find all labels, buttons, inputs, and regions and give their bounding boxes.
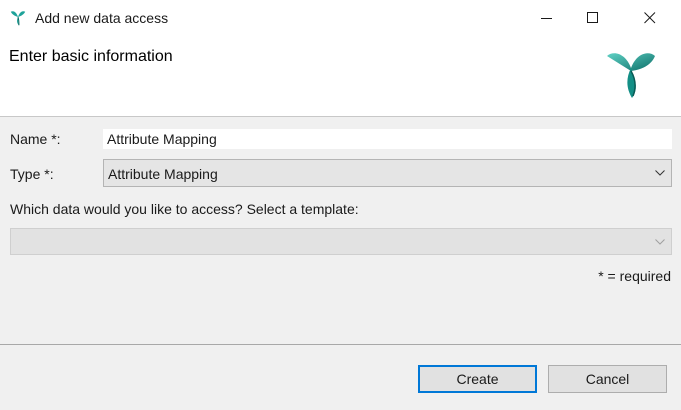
name-input[interactable] [103,129,672,149]
close-icon [644,12,656,24]
template-select[interactable] [10,228,672,255]
footer-divider [0,344,681,345]
ribbon-logo-icon [10,11,26,26]
type-select-value: Attribute Mapping [108,166,218,182]
ribbon-logo-icon [607,53,655,98]
dialog-header: Enter basic information [0,36,681,117]
type-label: Type *: [10,166,54,182]
window-title: Add new data access [35,10,169,26]
minimize-button[interactable] [524,0,570,36]
minimize-icon [541,18,552,19]
page-title: Enter basic information [9,48,173,65]
close-button[interactable] [627,0,673,36]
create-button[interactable]: Create [418,365,537,393]
cancel-button[interactable]: Cancel [548,365,667,393]
maximize-button[interactable] [570,0,616,36]
name-label: Name *: [10,131,61,147]
chevron-down-icon [655,239,665,245]
required-note: * = required [598,268,671,284]
title-bar: Add new data access [0,0,681,36]
template-question-label: Which data would you like to access? Sel… [10,201,359,217]
type-select[interactable]: Attribute Mapping [103,159,672,187]
maximize-icon [587,12,598,23]
chevron-down-icon [655,170,665,176]
